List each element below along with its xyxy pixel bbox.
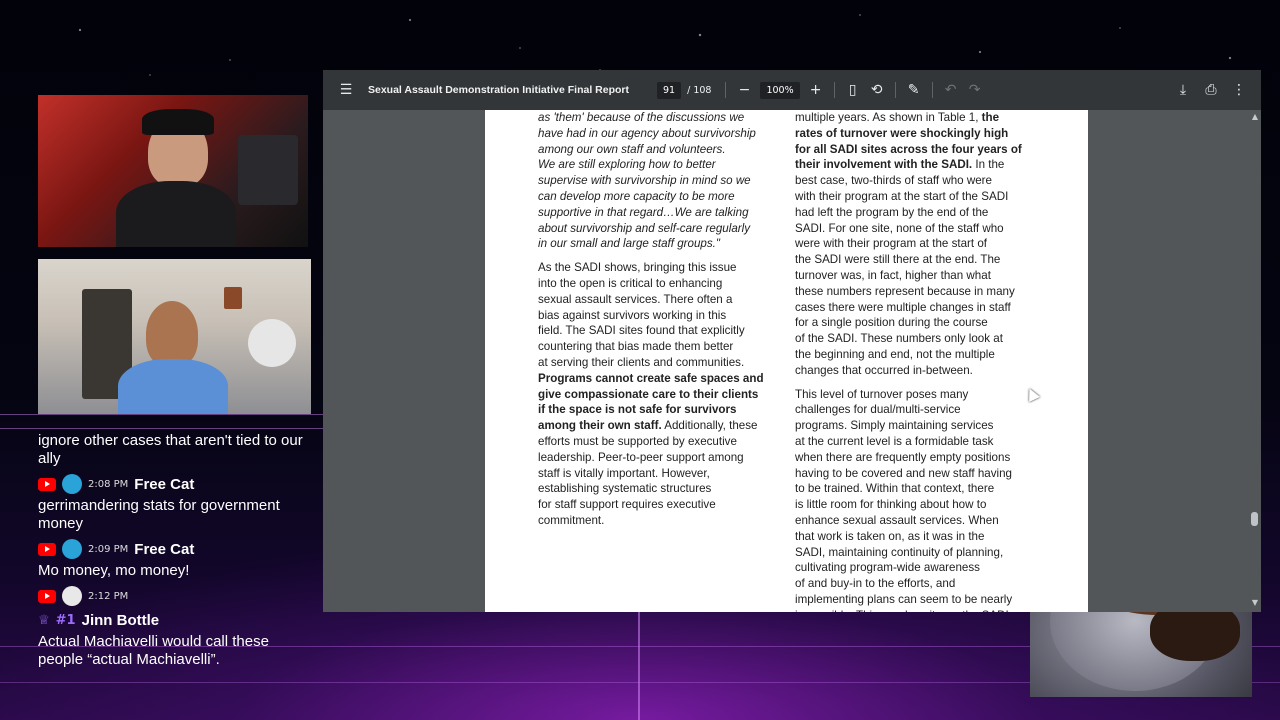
print-icon[interactable]: ⎙: [1199, 78, 1223, 102]
chat-timestamp: 2:12 PM: [88, 590, 129, 602]
divider: [833, 82, 835, 98]
avatar: [62, 539, 82, 559]
scrollbar-thumb[interactable]: [1251, 512, 1258, 526]
zoom-input[interactable]: 100%: [760, 81, 800, 99]
left-column: as 'them' because of the discussions we h…: [538, 110, 783, 537]
page-number-input[interactable]: 91: [657, 81, 682, 99]
avatar: [62, 474, 82, 494]
divider: [725, 82, 727, 98]
plus-icon[interactable]: +: [804, 78, 828, 102]
quote-paragraph: as 'them' because of the discussions we h…: [538, 111, 756, 251]
neon-line: [0, 428, 330, 429]
minus-icon[interactable]: −: [732, 78, 756, 102]
right-column: multiple years. As shown in Table 1, the…: [795, 110, 1043, 612]
youtube-icon: [38, 542, 56, 556]
chat-message-text: ignore other cases that aren't tied to o…: [38, 432, 303, 467]
divider: [894, 82, 896, 98]
rank-badge: #1: [55, 612, 76, 628]
chat-username: Free Cat: [134, 540, 195, 558]
more-vert-icon[interactable]: ⋮: [1227, 78, 1251, 102]
chat-message-meta: 2:09 PM Free Cat: [38, 538, 308, 560]
stream-chat: ignore other cases that aren't tied to o…: [38, 432, 308, 674]
rotate-icon[interactable]: ⟲: [865, 78, 889, 102]
pdf-toolbar: ☰ Sexual Assault Demonstration Initiativ…: [323, 70, 1261, 110]
scroll-down-icon[interactable]: ▼: [1252, 598, 1258, 607]
chat-message-text: Mo money, mo money!: [38, 562, 190, 579]
fit-page-icon[interactable]: ▯: [841, 78, 865, 102]
pdf-page: as 'them' because of the discussions we h…: [485, 110, 1088, 612]
webcam-host-2: [38, 259, 311, 414]
document-title: Sexual Assault Demonstration Initiative …: [368, 84, 629, 96]
chat-message-text: gerrimandering stats for government mone…: [38, 497, 280, 532]
pen-icon[interactable]: ✎: [902, 78, 926, 102]
hamburger-menu-icon[interactable]: ☰: [334, 78, 358, 102]
body-paragraph: multiple years. As shown in Table 1, the…: [795, 111, 1022, 377]
youtube-icon: [38, 477, 56, 491]
chat-username: Free Cat: [134, 475, 195, 493]
youtube-icon: [38, 589, 56, 603]
scroll-up-icon[interactable]: ▲: [1252, 112, 1258, 121]
undo-icon[interactable]: ↶: [939, 78, 963, 102]
avatar: [62, 586, 82, 606]
crown-icon: ♕: [38, 612, 50, 628]
body-paragraph: This level of turnover poses many challen…: [795, 387, 1013, 612]
page-total: / 108: [687, 84, 712, 96]
neon-line: [0, 414, 330, 415]
chat-message-text: Actual Machiavelli would call these peop…: [38, 633, 269, 668]
redo-icon[interactable]: ↷: [963, 78, 987, 102]
chat-timestamp: 2:08 PM: [88, 478, 129, 490]
chat-message-meta: 2:08 PM Free Cat: [38, 473, 308, 495]
vertical-scrollbar[interactable]: ▲ ▼: [1247, 110, 1261, 612]
chat-message-meta: 2:12 PM: [38, 585, 308, 607]
download-icon[interactable]: ⤓: [1171, 78, 1195, 102]
webcam-host-1: [38, 95, 308, 247]
divider: [931, 82, 933, 98]
chat-username: Jinn Bottle: [81, 611, 160, 629]
body-paragraph: As the SADI shows, bringing this issue in…: [538, 261, 764, 527]
pdf-viewer: ☰ Sexual Assault Demonstration Initiativ…: [323, 70, 1261, 612]
chat-message-meta: ♕ #1 Jinn Bottle: [38, 609, 308, 631]
chat-timestamp: 2:09 PM: [88, 543, 129, 555]
